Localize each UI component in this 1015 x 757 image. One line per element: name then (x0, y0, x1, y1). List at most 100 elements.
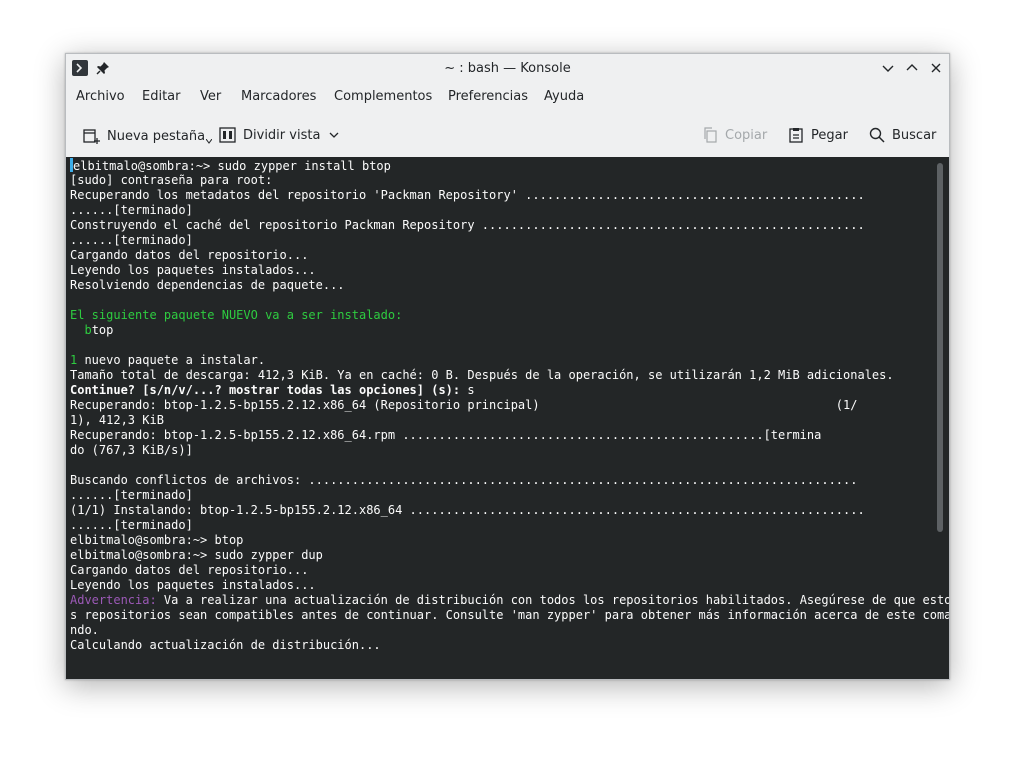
terminal-text-segment: Recuperando: btop-1.2.5-bp155.2.12.x86_6… (70, 428, 822, 442)
terminal-line: Tamaño total de descarga: 412,3 KiB. Ya … (70, 368, 949, 383)
terminal-text-segment: Recuperando los metadatos del repositori… (70, 188, 865, 202)
search-label: Buscar (892, 127, 937, 143)
terminal-text-segment: Construyendo el caché del repositorio Pa… (70, 218, 865, 232)
terminal-text-segment: Recuperando: btop-1.2.5-bp155.2.12.x86_6… (70, 398, 858, 412)
terminal-text-segment: (1/1) Instalando: btop-1.2.5-bp155.2.12.… (70, 503, 865, 517)
terminal-text-segment: top (91, 323, 114, 337)
terminal-line: 1 nuevo paquete a instalar. (70, 353, 949, 368)
terminal-line: elbitmalo@sombra:~> btop (70, 533, 949, 548)
window-title: ~ : bash — Konsole (444, 61, 571, 76)
terminal-text-segment: elbitmalo@sombra:~> sudo zypper install … (73, 159, 391, 173)
title-bar[interactable]: ~ : bash — Konsole (66, 54, 949, 84)
terminal-text-segment: s (460, 383, 475, 397)
menu-bar: Archivo Editar Ver Marcadores Complement… (66, 84, 949, 112)
search-button[interactable]: Buscar (869, 127, 936, 143)
terminal-text-segment: Continue? [s/n/v/...? mostrar todas las … (70, 383, 461, 397)
konsole-window: ~ : bash — Konsole Archivo Editar Ver Ma… (65, 53, 950, 680)
terminal-scrollbar[interactable] (937, 163, 943, 532)
terminal-line: Recuperando los metadatos del repositori… (70, 188, 949, 203)
terminal-text-segment: elbitmalo@sombra:~> sudo zypper dup (70, 548, 323, 562)
terminal-line: Leyendo los paquetes instalados... (70, 263, 949, 278)
terminal-text-segment: ......[terminado] (70, 233, 193, 247)
terminal-text-segment: do (767,3 KiB/s)] (70, 443, 193, 457)
terminal-text-segment: Calculando actualización de distribución… (70, 638, 381, 652)
terminal-text-segment: b (84, 323, 92, 337)
new-tab-button[interactable]: Nueva pestaña (82, 127, 213, 145)
menu-ayuda[interactable]: Ayuda (544, 89, 584, 104)
terminal-line: Buscando conflictos de archivos: .......… (70, 473, 949, 488)
terminal-text-segment: nuevo paquete a instalar. (77, 353, 266, 367)
terminal-text-segment: ......[terminado] (70, 203, 193, 217)
split-view-icon (219, 127, 236, 143)
terminal-text-segment: Cargando datos del repositorio... (70, 248, 309, 262)
menu-complementos[interactable]: Complementos (334, 89, 432, 104)
terminal-line: El siguiente paquete NUEVO va a ser inst… (70, 308, 949, 323)
terminal-text-segment: Advertencia: (70, 593, 157, 607)
terminal-line: [sudo] contraseña para root: (70, 173, 949, 188)
terminal-line: ......[terminado] (70, 233, 949, 248)
terminal-text-segment: 1), 412,3 KiB (70, 413, 164, 427)
split-view-label: Dividir vista (243, 127, 321, 143)
terminal-line: btop (70, 323, 949, 338)
menu-marcadores[interactable]: Marcadores (241, 89, 316, 104)
menu-editar[interactable]: Editar (142, 89, 181, 104)
paste-icon (788, 127, 804, 143)
terminal-line: Cargando datos del repositorio... (70, 248, 949, 263)
close-button[interactable] (929, 61, 943, 75)
terminal-line: Recuperando: btop-1.2.5-bp155.2.12.x86_6… (70, 398, 949, 413)
terminal-text-segment: elbitmalo@sombra:~> btop (70, 533, 244, 547)
terminal-line: Resolviendo dependencias de paquete... (70, 278, 949, 293)
terminal-view[interactable]: elbitmalo@sombra:~> sudo zypper install … (66, 157, 949, 679)
terminal-text-segment: s repositorios sean compatibles antes de… (70, 608, 949, 622)
menu-archivo[interactable]: Archivo (76, 89, 125, 104)
toolbar: Nueva pestaña Dividir vista Copiar Pegar… (66, 114, 949, 156)
terminal-text-segment: [sudo] contraseña para root: (70, 173, 273, 187)
terminal-line: ......[terminado] (70, 203, 949, 218)
chevron-down-small-icon (206, 138, 213, 144)
terminal-text-segment: Leyendo los paquetes instalados... (70, 263, 316, 277)
paste-button[interactable]: Pegar (788, 127, 848, 143)
terminal-line: ndo. (70, 623, 949, 638)
copy-button[interactable]: Copiar (702, 127, 767, 143)
copy-icon (702, 127, 718, 143)
search-icon (869, 127, 885, 143)
chevron-down-icon (329, 132, 339, 139)
terminal-line: 1), 412,3 KiB (70, 413, 949, 428)
paste-label: Pegar (811, 127, 848, 143)
terminal-line: do (767,3 KiB/s)] (70, 443, 949, 458)
terminal-text-segment: ......[terminado] (70, 518, 193, 532)
terminal-line: Recuperando: btop-1.2.5-bp155.2.12.x86_6… (70, 428, 949, 443)
terminal-output: elbitmalo@sombra:~> sudo zypper install … (70, 158, 949, 653)
terminal-line: s repositorios sean compatibles antes de… (70, 608, 949, 623)
terminal-text-segment: Cargando datos del repositorio... (70, 563, 309, 577)
terminal-text-segment: Va a realizar una actualización de distr… (156, 593, 949, 607)
terminal-line: Continue? [s/n/v/...? mostrar todas las … (70, 383, 949, 398)
menu-ver[interactable]: Ver (200, 89, 221, 104)
new-tab-label: Nueva pestaña (107, 128, 206, 144)
terminal-text-segment: ......[terminado] (70, 488, 193, 502)
copy-label: Copiar (725, 127, 768, 143)
terminal-line: Cargando datos del repositorio... (70, 563, 949, 578)
terminal-line: ......[terminado] (70, 488, 949, 503)
terminal-line: elbitmalo@sombra:~> sudo zypper install … (70, 158, 949, 173)
terminal-text-segment: Resolviendo dependencias de paquete... (70, 278, 345, 292)
new-tab-icon (82, 127, 100, 145)
terminal-text-segment: El siguiente paquete NUEVO va a ser inst… (70, 308, 403, 322)
maximize-button[interactable] (905, 61, 919, 75)
terminal-text-segment: Buscando conflictos de archivos: .......… (70, 473, 858, 487)
minimize-button[interactable] (881, 61, 895, 75)
terminal-line: ......[terminado] (70, 518, 949, 533)
menu-preferencias[interactable]: Preferencias (448, 89, 528, 104)
terminal-text-segment: Leyendo los paquetes instalados... (70, 578, 316, 592)
terminal-text-segment: Tamaño total de descarga: 412,3 KiB. Ya … (70, 368, 894, 382)
terminal-line: (1/1) Instalando: btop-1.2.5-bp155.2.12.… (70, 503, 949, 518)
terminal-line: elbitmalo@sombra:~> sudo zypper dup (70, 548, 949, 563)
split-view-button[interactable]: Dividir vista (219, 127, 339, 143)
terminal-line: Advertencia: Va a realizar una actualiza… (70, 593, 949, 608)
terminal-line: Leyendo los paquetes instalados... (70, 578, 949, 593)
terminal-line: Calculando actualización de distribución… (70, 638, 949, 653)
